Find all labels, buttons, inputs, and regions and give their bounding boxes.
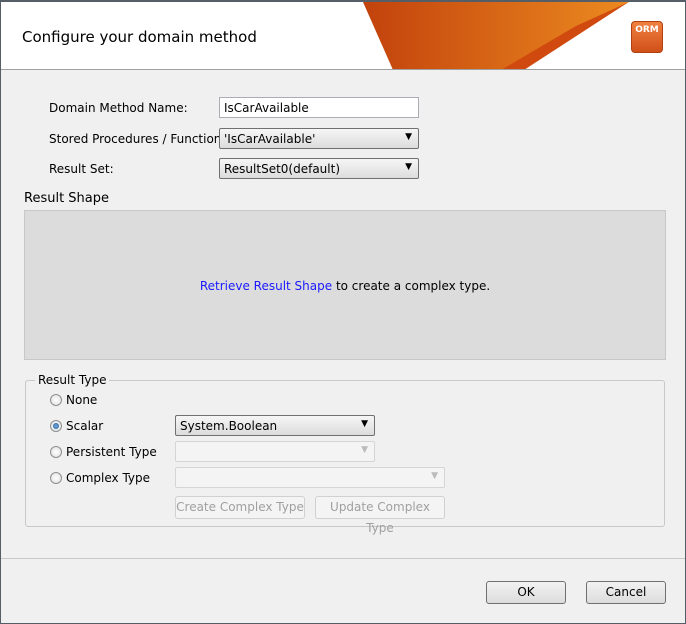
- create-complex-type-button[interactable]: Create Complex Type: [175, 496, 305, 519]
- dialog-window: Configure your domain method ORM Domain …: [0, 0, 686, 624]
- method-name-input[interactable]: IsCarAvailable: [219, 97, 419, 118]
- method-name-label: Domain Method Name:: [49, 101, 188, 115]
- radio-scalar[interactable]: [50, 420, 62, 432]
- result-set-dropdown[interactable]: ResultSet0(default) ▼: [219, 158, 419, 179]
- complex-type-dropdown[interactable]: ▼: [175, 467, 445, 488]
- update-complex-type-button[interactable]: Update Complex Type: [315, 496, 445, 535]
- radio-scalar-label: Scalar: [66, 419, 104, 433]
- dropdown-arrow-icon: ▼: [405, 132, 412, 142]
- radio-none-label: None: [66, 393, 98, 407]
- dropdown-arrow-icon: ▼: [361, 445, 368, 455]
- scalar-type-dropdown[interactable]: System.Boolean ▼: [175, 415, 375, 436]
- procedures-dropdown[interactable]: 'IsCarAvailable' ▼: [219, 128, 419, 149]
- result-shape-panel: Retrieve Result Shape to create a comple…: [24, 210, 666, 360]
- dialog-header: Configure your domain method ORM: [1, 2, 685, 70]
- radio-complex-type-label: Complex Type: [66, 471, 151, 485]
- radio-complex-type[interactable]: [50, 472, 62, 484]
- result-type-title: Result Type: [35, 373, 110, 387]
- radio-persistent-type[interactable]: [50, 446, 62, 458]
- procedures-value: 'IsCarAvailable': [224, 132, 316, 146]
- dialog-title: Configure your domain method: [22, 28, 257, 46]
- scalar-type-value: System.Boolean: [180, 419, 278, 433]
- dropdown-arrow-icon: ▼: [431, 471, 438, 481]
- procedures-label: Stored Procedures / Functions: [49, 132, 228, 146]
- radio-persistent-type-label: Persistent Type: [66, 445, 157, 459]
- dropdown-arrow-icon: ▼: [405, 162, 412, 172]
- footer-divider: [1, 558, 685, 559]
- result-set-value: ResultSet0(default): [224, 162, 341, 176]
- retrieve-result-shape-link[interactable]: Retrieve Result Shape: [200, 279, 332, 293]
- result-set-label: Result Set:: [49, 162, 114, 176]
- cancel-button[interactable]: Cancel: [586, 581, 666, 604]
- dropdown-arrow-icon: ▼: [361, 419, 368, 429]
- radio-none[interactable]: [50, 394, 62, 406]
- result-shape-title: Result Shape: [24, 191, 110, 206]
- ok-button[interactable]: OK: [486, 581, 566, 604]
- result-shape-hint: to create a complex type.: [332, 279, 491, 293]
- orm-logo-icon: ORM: [631, 21, 663, 53]
- persistent-type-dropdown[interactable]: ▼: [175, 441, 375, 462]
